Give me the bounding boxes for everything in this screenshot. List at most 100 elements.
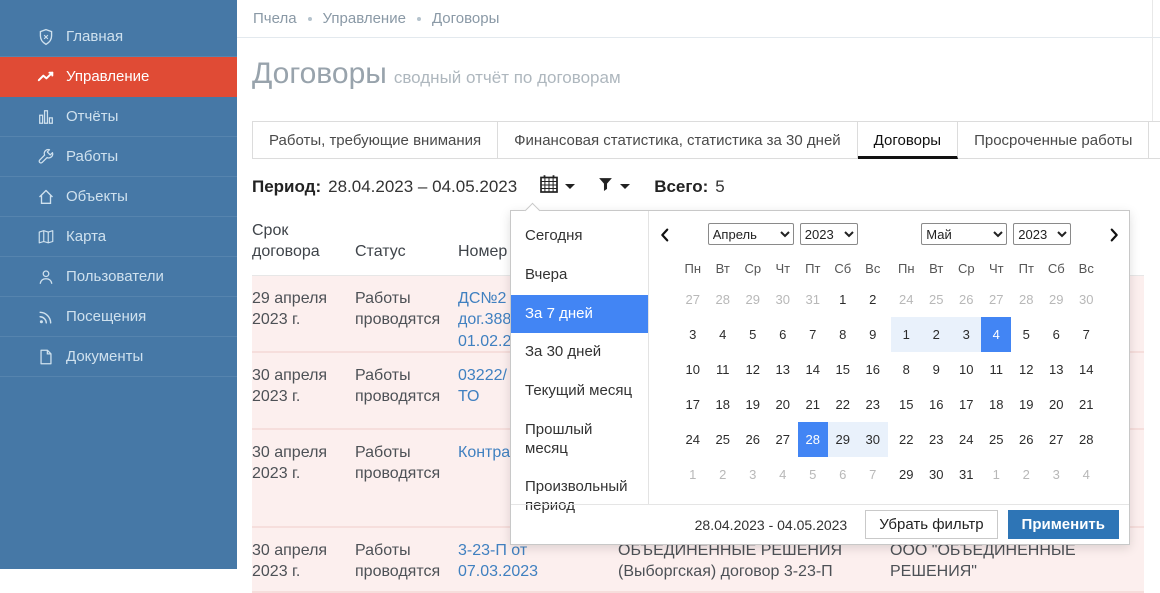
sidebar-item-visits[interactable]: Посещения [0,297,237,337]
day-cell[interactable]: 29 [1041,282,1071,317]
preset-current-month[interactable]: Текущий месяц [511,372,648,411]
day-cell[interactable]: 4 [1071,457,1101,492]
contract-number-link[interactable]: 03222/ ТО [458,367,507,406]
breadcrumb-item[interactable]: Договоры [432,10,499,27]
tab-finance-stats[interactable]: Финансовая статистика, статистика за 30 … [498,121,858,159]
day-cell[interactable]: 29 [738,282,768,317]
day-cell[interactable]: 29 [891,457,921,492]
day-cell[interactable]: 15 [828,352,858,387]
day-cell[interactable]: 25 [921,282,951,317]
day-cell[interactable]: 14 [798,352,828,387]
day-cell[interactable]: 2 [708,457,738,492]
day-cell[interactable]: 3 [1041,457,1071,492]
clear-filter-button[interactable]: Убрать фильтр [865,510,998,539]
day-cell[interactable]: 19 [1011,387,1041,422]
contract-number-link[interactable]: 3-23-П от 07.03.2023 [458,542,538,581]
preset-today[interactable]: Сегодня [511,217,648,256]
year-select[interactable]: 2023 [799,223,858,245]
day-cell[interactable]: 2 [858,282,888,317]
day-cell[interactable]: 10 [951,352,981,387]
day-cell[interactable]: 27 [1041,422,1071,457]
day-cell[interactable]: 4 [768,457,798,492]
day-cell[interactable]: 1 [678,457,708,492]
day-cell[interactable]: 15 [891,387,921,422]
day-cell[interactable]: 26 [951,282,981,317]
day-cell[interactable]: 30 [921,457,951,492]
day-cell[interactable]: 8 [828,317,858,352]
sidebar-item-management[interactable]: Управление [0,57,237,97]
day-cell[interactable]: 17 [678,387,708,422]
day-cell[interactable]: 27 [678,282,708,317]
day-cell[interactable]: 3 [951,317,982,352]
breadcrumb-item[interactable]: Пчела [253,10,297,27]
breadcrumb-item[interactable]: Управление [323,10,406,27]
day-cell[interactable]: 13 [768,352,798,387]
day-cell[interactable]: 28 [708,282,738,317]
day-cell[interactable]: 31 [951,457,981,492]
day-cell[interactable]: 26 [1011,422,1041,457]
day-cell[interactable]: 4 [708,317,738,352]
day-cell[interactable]: 6 [1041,317,1071,352]
day-cell[interactable]: 16 [858,352,888,387]
sidebar-item-main[interactable]: Главная [0,17,237,57]
day-cell[interactable]: 2 [921,317,952,352]
day-cell[interactable]: 20 [768,387,798,422]
tab-control[interactable]: Контроль ра [1149,121,1160,159]
day-cell[interactable]: 30 [768,282,798,317]
day-cell[interactable]: 31 [798,282,828,317]
sidebar-item-objects[interactable]: Объекты [0,177,237,217]
next-month-button[interactable] [1103,224,1125,248]
calendar-filter-button[interactable] [539,174,576,199]
sidebar-item-users[interactable]: Пользователи [0,257,237,297]
year-select[interactable]: 2023 [1013,223,1072,245]
day-cell[interactable]: 27 [981,282,1011,317]
preset-previous-month[interactable]: Прошлый месяц [511,411,648,469]
day-cell[interactable]: 23 [921,422,951,457]
day-cell[interactable]: 1 [828,282,858,317]
day-cell[interactable]: 24 [951,422,981,457]
day-cell[interactable]: 12 [1011,352,1041,387]
day-cell[interactable]: 9 [858,317,888,352]
preset-yesterday[interactable]: Вчера [511,256,648,295]
day-cell[interactable]: 13 [1041,352,1071,387]
month-select[interactable]: Апрель [707,223,794,245]
day-cell[interactable]: 2 [1011,457,1041,492]
day-cell[interactable]: 22 [828,387,858,422]
day-cell[interactable]: 30 [1071,282,1101,317]
day-cell[interactable]: 14 [1071,352,1101,387]
day-cell[interactable]: 11 [981,352,1011,387]
filter-button[interactable] [597,176,631,198]
tab-attention-works[interactable]: Работы, требующие внимания [252,121,499,159]
day-cell[interactable]: 12 [738,352,768,387]
sidebar-item-documents[interactable]: Документы [0,337,237,377]
contract-number-link[interactable]: Контра [458,444,510,461]
day-cell[interactable]: 18 [981,387,1011,422]
prev-month-button[interactable] [654,224,676,248]
day-cell[interactable]: 11 [708,352,738,387]
day-cell[interactable]: 6 [768,317,798,352]
day-cell[interactable]: 1 [891,317,922,352]
sidebar-item-map[interactable]: Карта [0,217,237,257]
day-cell[interactable]: 16 [921,387,951,422]
month-select[interactable]: Май [921,223,1008,245]
day-cell[interactable]: 29 [827,422,858,457]
day-cell[interactable]: 4 [981,317,1012,352]
day-cell[interactable]: 8 [891,352,921,387]
day-cell[interactable]: 3 [738,457,768,492]
day-cell[interactable]: 7 [798,317,828,352]
day-cell[interactable]: 18 [708,387,738,422]
day-cell[interactable]: 22 [891,422,921,457]
day-cell[interactable]: 17 [951,387,981,422]
day-cell[interactable]: 5 [798,457,828,492]
day-cell[interactable]: 25 [981,422,1011,457]
day-cell[interactable]: 25 [708,422,738,457]
day-cell[interactable]: 28 [1011,282,1041,317]
day-cell[interactable]: 3 [678,317,708,352]
day-cell[interactable]: 5 [1011,317,1041,352]
day-cell[interactable]: 21 [798,387,828,422]
day-cell[interactable]: 28 [1071,422,1101,457]
preset-last-7-days[interactable]: За 7 дней [511,294,648,334]
day-cell[interactable]: 27 [768,422,798,457]
day-cell[interactable]: 20 [1041,387,1071,422]
tab-overdue-works[interactable]: Просроченные работы [958,121,1150,159]
